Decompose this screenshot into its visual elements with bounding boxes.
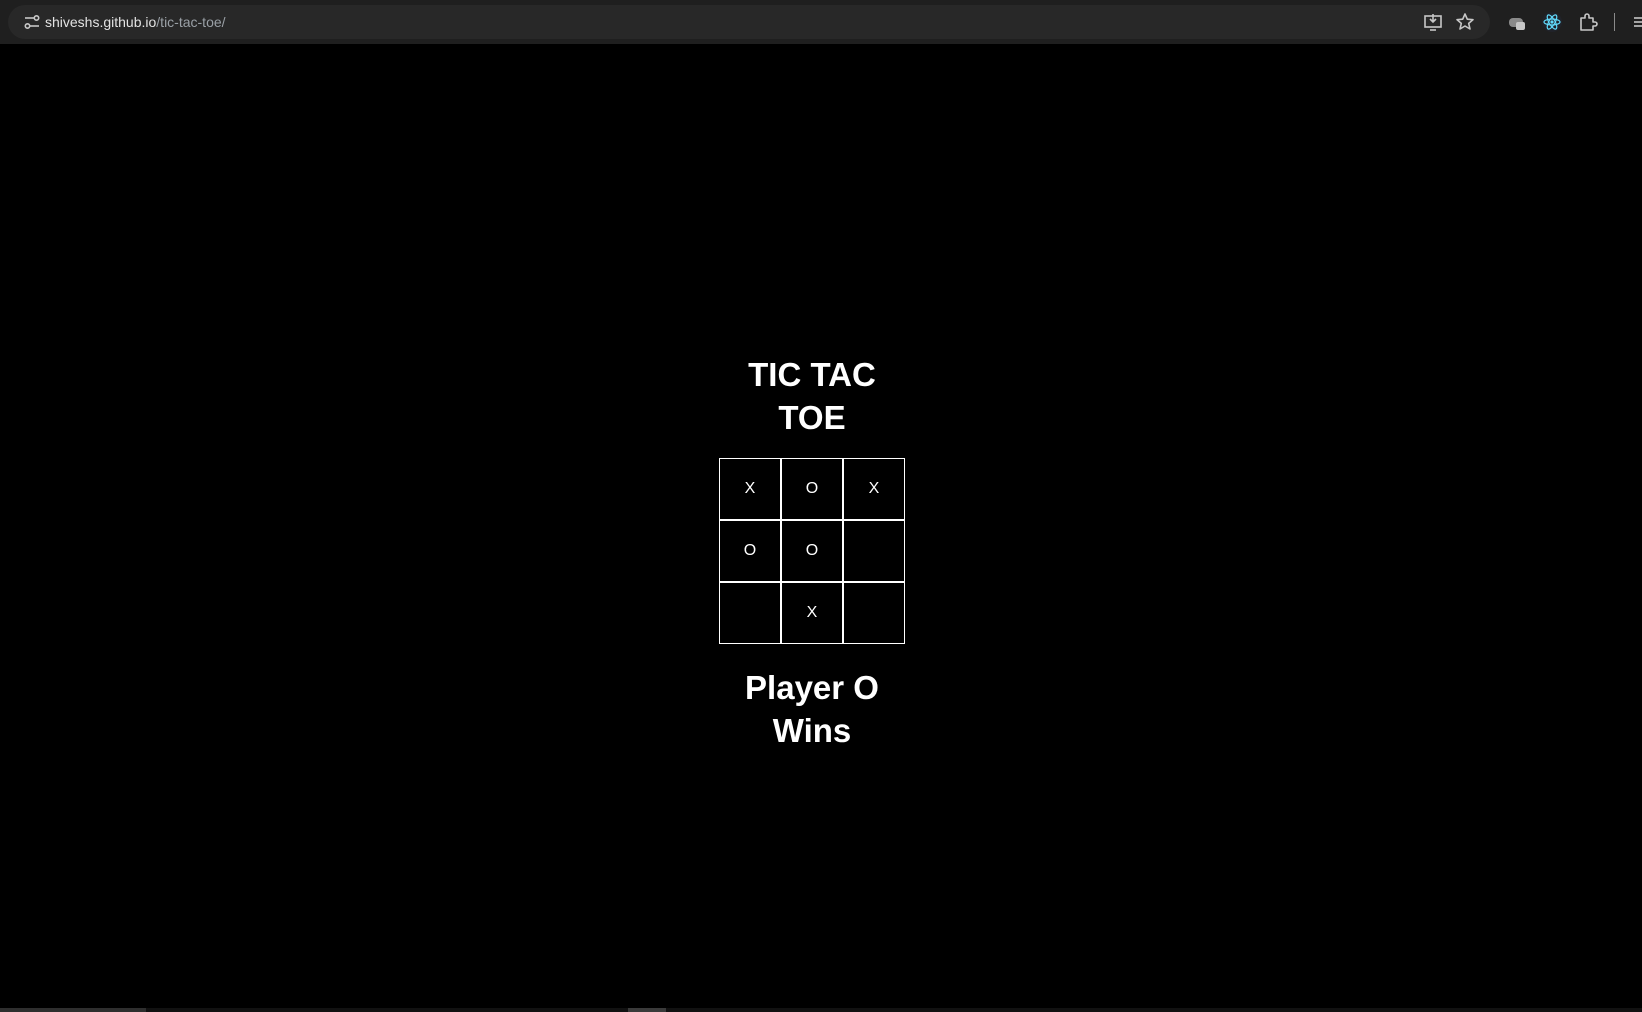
game-board: X O X O O X bbox=[719, 458, 905, 644]
extension-gamepad-icon[interactable] bbox=[1506, 11, 1528, 33]
page-content: TIC TAC TOE X O X O O X Player O Wins bbox=[0, 44, 1642, 1012]
url-text[interactable]: shiveshs.github.io/tic-tac-toe/ bbox=[45, 13, 226, 31]
install-app-icon[interactable] bbox=[1422, 11, 1444, 33]
board-cell-3-2[interactable]: X bbox=[781, 582, 843, 644]
board-cell-2-3[interactable] bbox=[843, 520, 905, 582]
react-devtools-icon[interactable] bbox=[1541, 11, 1563, 33]
board-cell-1-1[interactable]: X bbox=[719, 458, 781, 520]
menu-icon[interactable] bbox=[1630, 11, 1642, 33]
scrollbar-marker bbox=[628, 1008, 666, 1012]
browser-toolbar: shiveshs.github.io/tic-tac-toe/ bbox=[0, 0, 1642, 44]
board-cell-3-1[interactable] bbox=[719, 582, 781, 644]
title-line-1: TIC TAC bbox=[748, 356, 876, 393]
site-settings-icon[interactable] bbox=[22, 13, 42, 31]
board-cell-1-3[interactable]: X bbox=[843, 458, 905, 520]
title-line-2: TOE bbox=[778, 399, 846, 436]
board-cell-2-2[interactable]: O bbox=[781, 520, 843, 582]
board-cell-3-3[interactable] bbox=[843, 582, 905, 644]
url-host: shiveshs.github.io bbox=[45, 14, 157, 30]
board-cell-1-2[interactable]: O bbox=[781, 458, 843, 520]
horizontal-scrollbar[interactable] bbox=[0, 1008, 1642, 1012]
bookmark-star-icon[interactable] bbox=[1454, 11, 1476, 33]
status-line-1: Player O bbox=[745, 669, 879, 706]
game-title: TIC TAC TOE bbox=[712, 353, 912, 439]
status-line-2: Wins bbox=[772, 712, 852, 749]
board-cell-2-1[interactable]: O bbox=[719, 520, 781, 582]
address-bar[interactable]: shiveshs.github.io/tic-tac-toe/ bbox=[8, 5, 1490, 39]
scrollbar-thumb[interactable] bbox=[0, 1008, 146, 1012]
extensions-puzzle-icon[interactable] bbox=[1577, 11, 1599, 33]
url-path: /tic-tac-toe/ bbox=[156, 14, 226, 30]
toolbar-divider bbox=[1614, 13, 1615, 31]
game-status: Player O Wins bbox=[712, 666, 912, 752]
